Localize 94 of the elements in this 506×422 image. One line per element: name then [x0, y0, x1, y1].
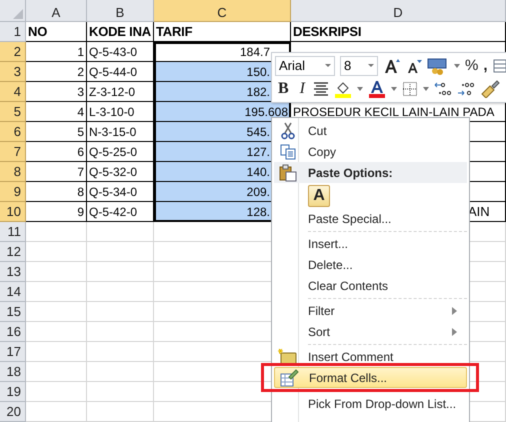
fill-color-icon[interactable] [334, 80, 352, 98]
row-header[interactable]: 8 [0, 162, 26, 182]
comment-icon [278, 348, 298, 366]
table-cell: Z-3-12-0 [87, 82, 154, 102]
menu-section-header: Paste Options: [274, 162, 467, 183]
table-cell: N-3-15-0 [87, 122, 154, 142]
table-cell: 6 [26, 142, 87, 162]
table-cell: NO [26, 22, 87, 42]
table-cell [26, 322, 87, 342]
accounting-format-icon[interactable] [427, 56, 449, 75]
table-cell: 1 [26, 42, 87, 62]
grow-font-icon[interactable] [383, 56, 401, 75]
table-cell [26, 402, 87, 422]
paste-values-button[interactable]: A [308, 184, 330, 206]
row-header[interactable]: 19 [0, 382, 26, 402]
table-cell [26, 242, 87, 262]
font-color-icon[interactable] [368, 80, 386, 98]
row-header[interactable]: 3 [0, 62, 26, 82]
scissors-icon [281, 122, 295, 140]
column-header[interactable]: D [291, 0, 506, 22]
row-header[interactable]: 14 [0, 282, 26, 302]
menu-item[interactable]: Insert Comment [274, 346, 467, 367]
dropdown-arrow-icon[interactable] [454, 64, 460, 68]
column-header[interactable]: A [26, 0, 87, 22]
menu-item[interactable]: Filter [274, 300, 467, 321]
table-cell: 4 [26, 102, 87, 122]
table-cell: Q-5-42-0 [87, 202, 154, 222]
dropdown-arrow-icon[interactable] [357, 87, 363, 92]
font-dropdown[interactable]: Arial [275, 56, 335, 76]
table-cell: Q-5-32-0 [87, 162, 154, 182]
column-header[interactable]: C [154, 0, 291, 22]
table-cell: 3 [26, 82, 87, 102]
table-cell: 9 [26, 202, 87, 222]
decrease-decimal-icon[interactable] [434, 81, 452, 98]
menu-item[interactable]: Pick From Drop-down List... [274, 393, 467, 414]
font-size-dropdown[interactable]: 8 [340, 56, 378, 76]
menu-item[interactable]: Sort [274, 321, 467, 342]
table-cell: TARIF [154, 22, 291, 42]
menu-item[interactable]: Clear Contents [274, 275, 467, 296]
italic-button[interactable]: I [296, 80, 308, 98]
table-cell [26, 302, 87, 322]
row-header[interactable]: 6 [0, 122, 26, 142]
table-cell: 195.608 [154, 102, 291, 122]
align-center-icon[interactable] [313, 81, 329, 98]
table-cell [26, 262, 87, 282]
table-cell: 8 [26, 182, 87, 202]
row-header[interactable]: 16 [0, 322, 26, 342]
submenu-arrow-icon [452, 328, 457, 336]
table-cell: Q-5-25-0 [87, 142, 154, 162]
percent-style-button[interactable]: % [465, 57, 478, 74]
row-header[interactable]: 1 [0, 22, 26, 42]
row-header[interactable]: 10 [0, 202, 26, 222]
comma-style-button[interactable]: , [483, 57, 488, 74]
table-cell [26, 282, 87, 302]
table-cell [26, 222, 87, 242]
copy-icon [280, 144, 296, 160]
menu-item[interactable]: Format Cells... [274, 367, 467, 388]
row-header[interactable]: 13 [0, 262, 26, 282]
table-cell [26, 382, 87, 402]
row-header[interactable]: 9 [0, 182, 26, 202]
format-painter-icon[interactable] [480, 80, 500, 98]
clipboard-icon [279, 164, 297, 182]
dropdown-arrow-icon[interactable] [423, 87, 429, 92]
format-cells-icon [279, 368, 299, 386]
column-header[interactable]: B [87, 0, 154, 22]
row-header[interactable]: 17 [0, 342, 26, 362]
table-cell: L-3-10-0 [87, 102, 154, 122]
table-cell: DESKRIPSI [291, 22, 506, 42]
table-cell: Q-5-43-0 [87, 42, 154, 62]
row-header[interactable]: 5 [0, 102, 26, 122]
row-header[interactable]: 4 [0, 82, 26, 102]
bold-button[interactable]: B [275, 80, 292, 98]
table-cell: Q-5-34-0 [87, 182, 154, 202]
menu-item[interactable]: Insert... [274, 233, 467, 254]
dropdown-arrow-icon[interactable] [391, 87, 397, 92]
row-header[interactable]: 15 [0, 302, 26, 322]
menu-item[interactable]: Delete... [274, 254, 467, 275]
table-cell: 5 [26, 122, 87, 142]
row-header[interactable]: 12 [0, 242, 26, 262]
table-cell: KODE INA [87, 22, 154, 42]
row-header[interactable]: 2 [0, 42, 26, 62]
table-cell [26, 362, 87, 382]
table-cell: 7 [26, 162, 87, 182]
row-header[interactable]: 11 [0, 222, 26, 242]
table-cell: Q-5-44-0 [87, 62, 154, 82]
row-header[interactable]: 20 [0, 402, 26, 422]
table-cell [26, 342, 87, 362]
increase-decimal-icon[interactable] [457, 81, 475, 98]
table-icon[interactable] [492, 56, 506, 75]
row-header[interactable]: 18 [0, 362, 26, 382]
table-cell: 2 [26, 62, 87, 82]
row-header[interactable]: 7 [0, 142, 26, 162]
borders-icon[interactable] [402, 81, 418, 98]
submenu-arrow-icon [452, 306, 457, 314]
